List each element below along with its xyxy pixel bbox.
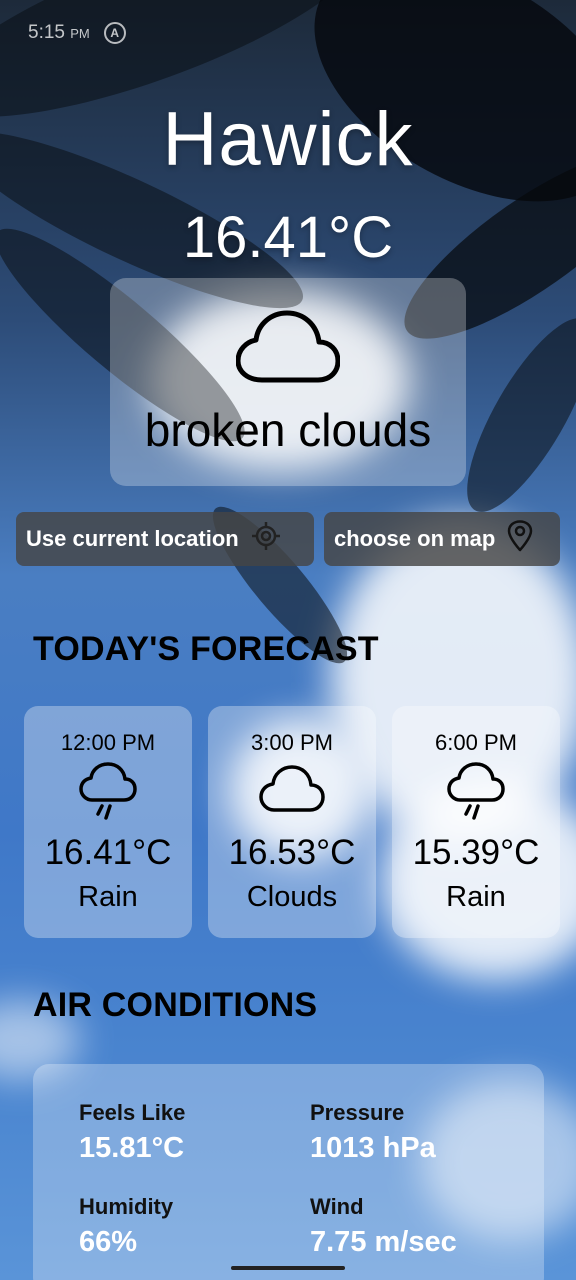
cloud-icon	[258, 762, 326, 825]
feels-like-label: Feels Like	[79, 1100, 186, 1125]
rain-cloud-icon	[78, 762, 138, 825]
air-conditions-card: Feels Like 15.81°C Pressure 1013 hPa Hum…	[33, 1064, 544, 1280]
wind-value: 7.75 m/sec	[310, 1226, 457, 1258]
humidity-label: Humidity	[79, 1194, 174, 1219]
wind-label: Wind	[310, 1194, 364, 1219]
humidity-value: 66%	[79, 1226, 138, 1258]
status-bar: 5:15 PM A	[28, 22, 126, 44]
feels-like-item: Feels Like 15.81°C	[79, 1100, 185, 1165]
forecast-temperature: 16.53°C	[228, 833, 356, 872]
home-indicator[interactable]	[231, 1266, 345, 1270]
rain-cloud-icon	[446, 762, 506, 825]
forecast-condition: Rain	[78, 881, 138, 913]
air-conditions-title: AIR CONDITIONS	[33, 986, 318, 1024]
use-current-location-label: Use current location	[26, 526, 239, 551]
city-name: Hawick	[162, 97, 414, 182]
choose-on-map-label: choose on map	[334, 526, 496, 551]
forecast-card: 6:00 PM 15.39°C Rain	[392, 706, 560, 938]
todays-forecast-title: TODAY'S FORECAST	[33, 630, 379, 668]
current-weather-card: broken clouds	[110, 278, 466, 486]
forecast-card: 3:00 PM 16.53°C Clouds	[208, 706, 376, 938]
pressure-label: Pressure	[310, 1100, 405, 1125]
pressure-value: 1013 hPa	[310, 1132, 436, 1164]
forecast-time: 12:00 PM	[60, 730, 156, 755]
cloud-icon	[235, 308, 341, 389]
map-pin-icon	[507, 520, 533, 558]
forecast-time: 3:00 PM	[251, 730, 333, 755]
forecast-condition: Rain	[446, 881, 506, 913]
crosshair-icon	[251, 521, 281, 557]
choose-on-map-button[interactable]: choose on map	[324, 512, 560, 566]
feels-like-value: 15.81°C	[79, 1132, 185, 1164]
forecast-condition: Clouds	[246, 881, 338, 913]
forecast-temperature: 15.39°C	[412, 833, 540, 872]
humidity-item: Humidity 66%	[79, 1194, 173, 1259]
weather-description: broken clouds	[144, 404, 432, 456]
forecast-time: 6:00 PM	[435, 730, 517, 755]
forecast-temperature: 16.41°C	[44, 833, 172, 872]
status-badge: A	[103, 22, 126, 44]
use-current-location-button[interactable]: Use current location	[16, 512, 314, 566]
pressure-item: Pressure 1013 hPa	[310, 1100, 436, 1165]
wind-item: Wind 7.75 m/sec	[310, 1194, 457, 1259]
current-temperature: 16.41°C	[182, 205, 394, 270]
status-time: 5:15 PM	[28, 22, 90, 43]
forecast-card: 12:00 PM 16.41°C Rain	[24, 706, 192, 938]
